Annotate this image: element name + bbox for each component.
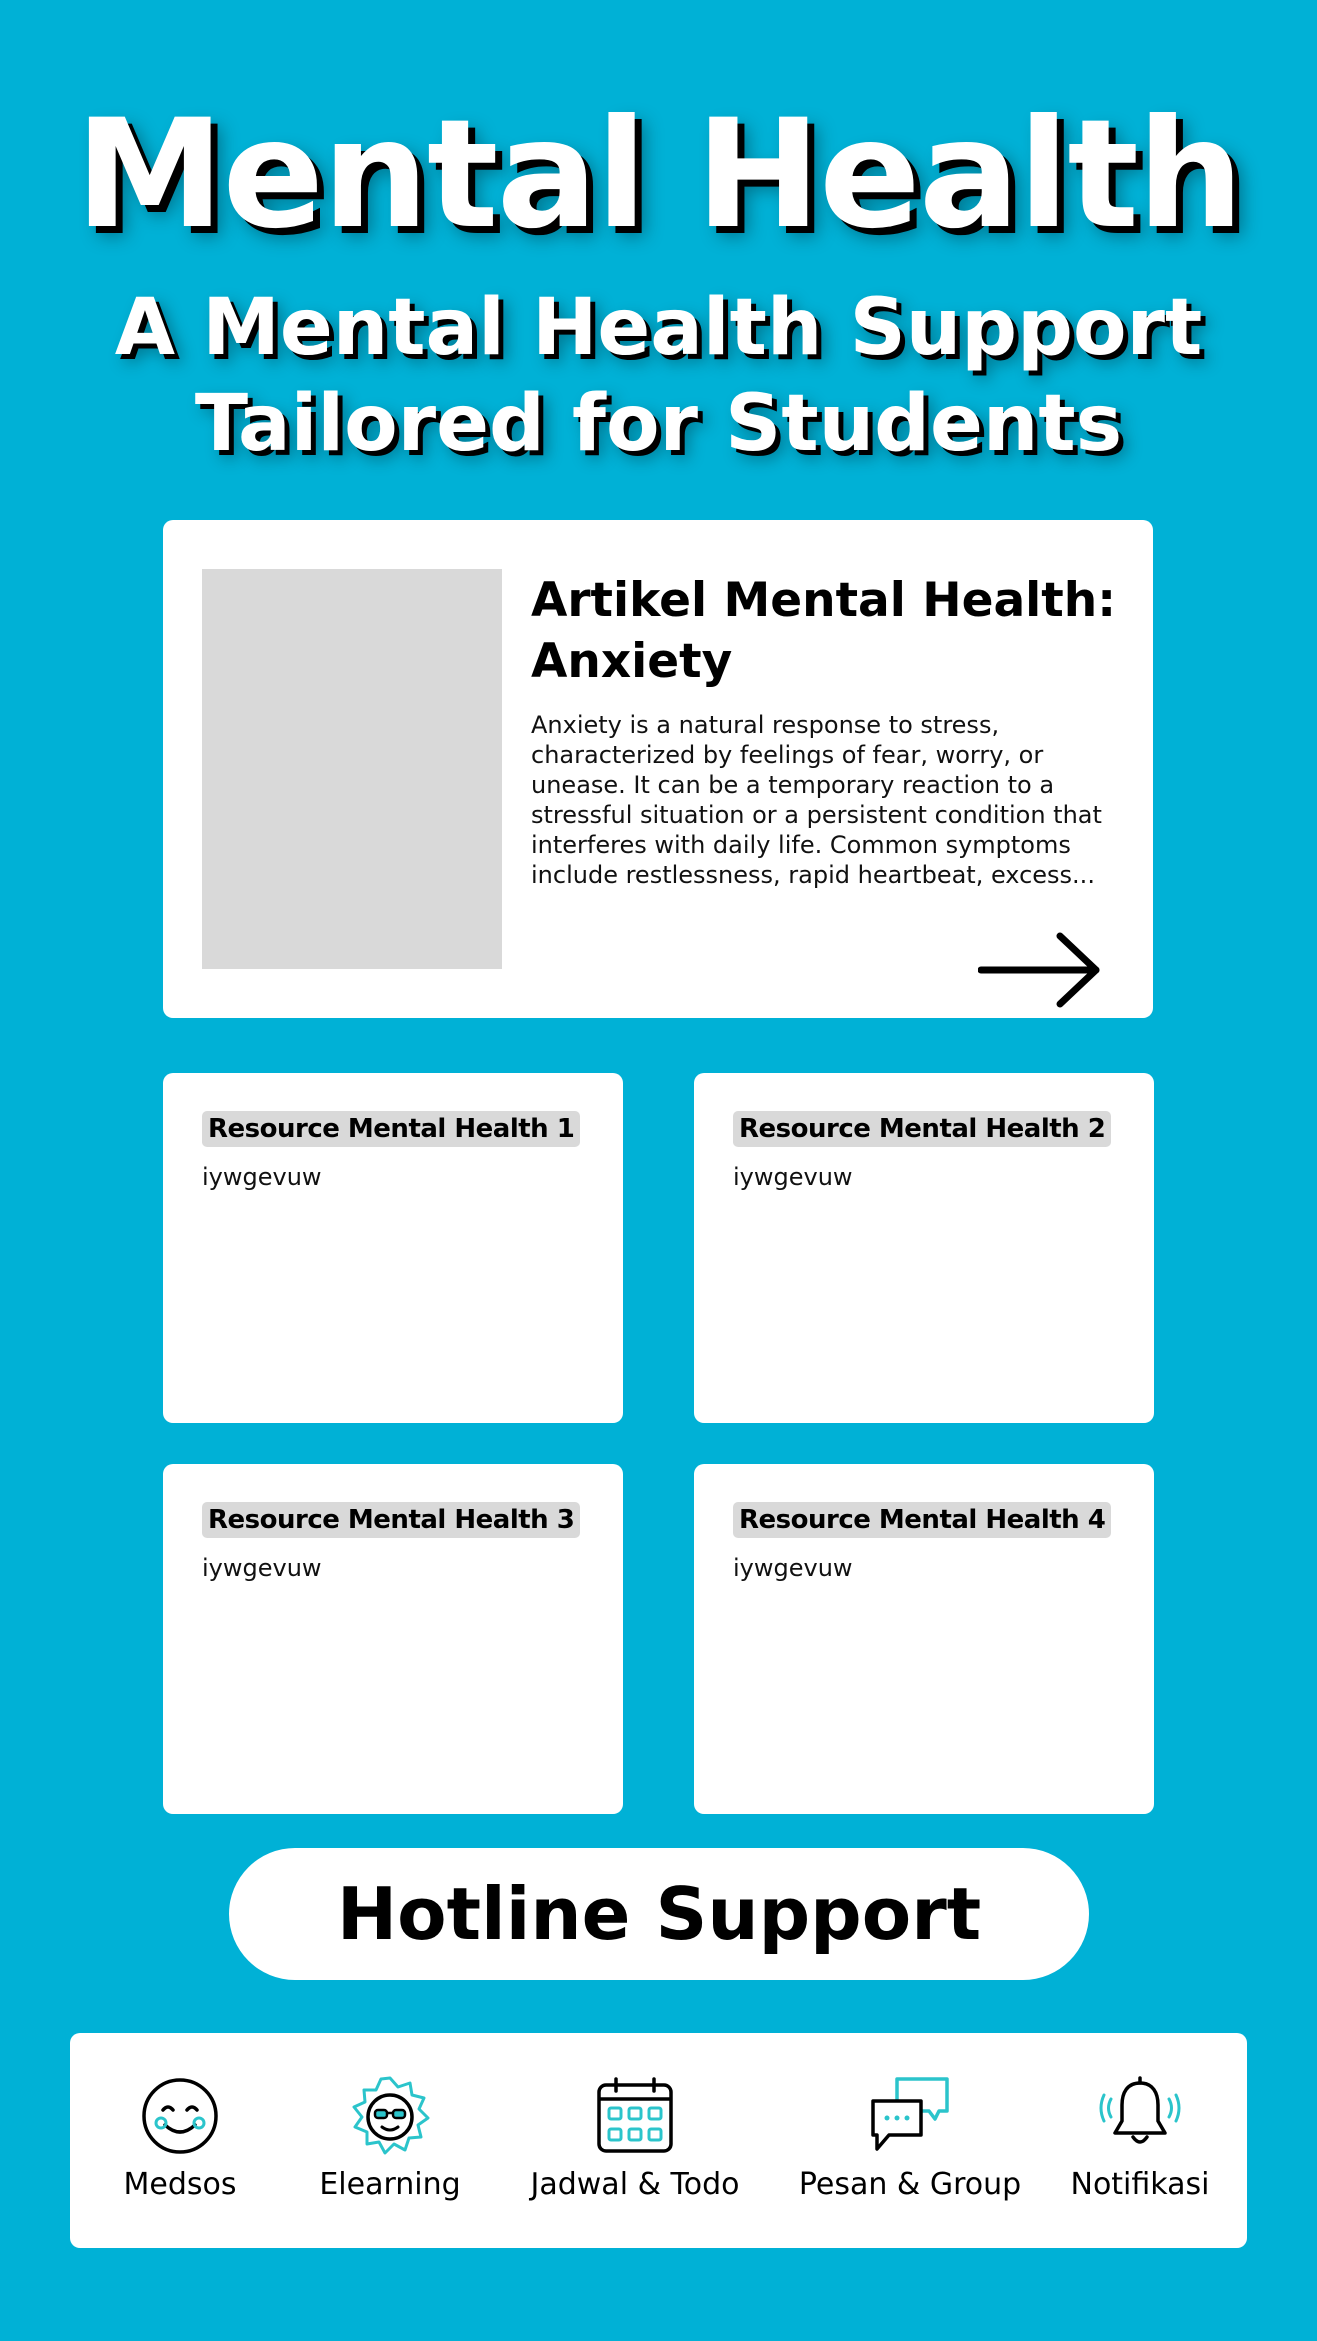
smile-face-icon [142,2078,218,2154]
resource-card-3[interactable]: Resource Mental Health 3 iywgevuw [163,1464,623,1814]
nav-label: Jadwal & Todo [530,2167,740,2202]
subtitle-line-1: A Mental Health Support [114,283,1203,373]
resource-title: Resource Mental Health 4 [733,1502,1112,1538]
article-title: Artikel Mental Health: Anxiety [531,573,1116,689]
resource-body: iywgevuw [202,1163,322,1191]
resource-card-2[interactable]: Resource Mental Health 2 iywgevuw [694,1073,1154,1423]
article-image-placeholder [202,569,502,969]
nav-item-notifikasi[interactable]: Notifikasi [1065,2075,1215,2225]
article-excerpt: Anxiety is a natural response to stress,… [531,711,1102,889]
page-title: Mental Health [75,88,1244,262]
resource-title: Resource Mental Health 3 [202,1502,581,1538]
page-subtitle: A Mental Health Support Tailored for Stu… [0,280,1317,472]
resource-card-1[interactable]: Resource Mental Health 1 iywgevuw [163,1073,623,1423]
nav-item-pesan-group[interactable]: Pesan & Group [795,2075,1025,2225]
nav-label: Notifikasi [1070,2167,1210,2202]
arrow-right-icon[interactable] [978,930,1103,1010]
resource-card-4[interactable]: Resource Mental Health 4 iywgevuw [694,1464,1154,1814]
nav-item-elearning[interactable]: Elearning [310,2075,470,2225]
subtitle-line-2: Tailored for Students [194,379,1123,469]
hotline-support-button[interactable]: Hotline Support [229,1848,1089,1980]
bottom-navigation: Medsos Elearning Jadwal & Todo Pesan & G… [70,2033,1247,2248]
nav-item-jadwal-todo[interactable]: Jadwal & Todo [525,2075,745,2225]
resource-title: Resource Mental Health 2 [733,1111,1112,1147]
resource-body: iywgevuw [733,1554,853,1582]
nav-item-medsos[interactable]: Medsos [100,2075,260,2225]
article-card[interactable]: Artikel Mental Health: Anxiety Anxiety i… [163,520,1153,1018]
resource-body: iywgevuw [202,1554,322,1582]
bell-ringing-icon [1099,2076,1181,2144]
resource-title: Resource Mental Health 1 [202,1111,581,1147]
chat-bubbles-icon [871,2077,949,2151]
glasses-badge-icon [352,2076,430,2155]
calendar-icon [597,2077,673,2153]
nav-label: Elearning [319,2167,461,2202]
nav-label: Pesan & Group [798,2167,1022,2202]
nav-label: Medsos [123,2167,237,2202]
resource-body: iywgevuw [733,1163,853,1191]
